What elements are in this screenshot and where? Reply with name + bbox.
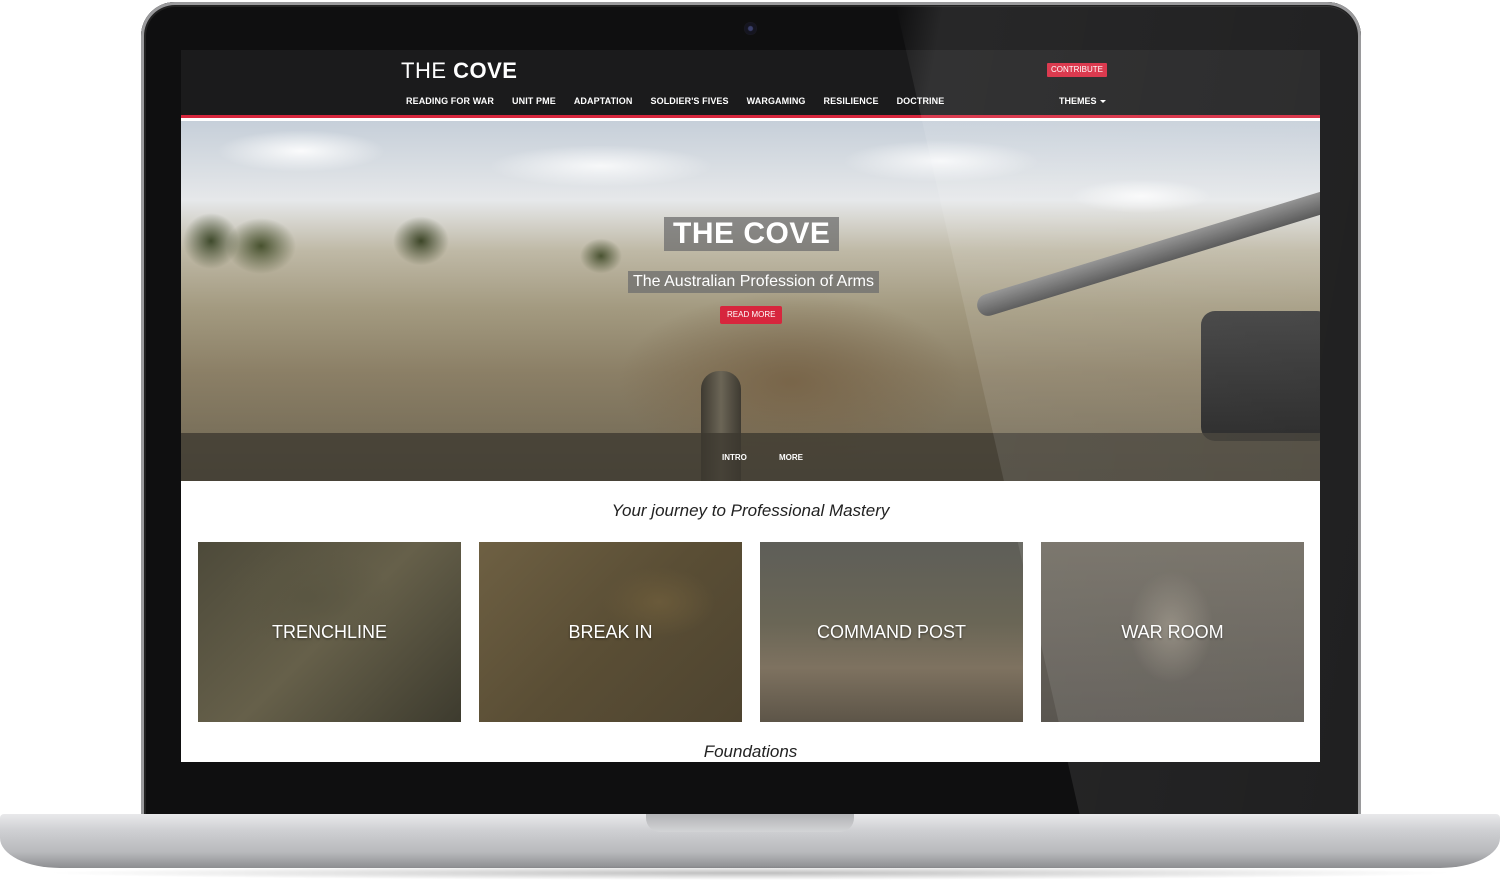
site-header: THE COVE CONTRIBUTE READING FOR WAR UNIT…	[181, 50, 1320, 118]
camera-icon	[744, 22, 757, 35]
nav-item-reading-for-war[interactable]: READING FOR WAR	[406, 96, 494, 106]
journey-cards: TRENCHLINE BREAK IN COMMAND POST WAR ROO…	[198, 542, 1304, 722]
card-label: TRENCHLINE	[271, 621, 387, 642]
card-label: WAR ROOM	[1121, 621, 1224, 642]
hero-gun-mount	[1201, 311, 1320, 441]
tab-more[interactable]: MORE	[779, 453, 803, 462]
laptop-shadow	[40, 866, 1460, 880]
nav-item-unit-pme[interactable]: UNIT PME	[512, 96, 556, 106]
hero-subtitle: The Australian Profession of Arms	[628, 271, 879, 293]
contribute-button[interactable]: CONTRIBUTE	[1047, 63, 1107, 77]
themes-label: THEMES	[1059, 96, 1097, 106]
main-nav: READING FOR WAR UNIT PME ADAPTATION SOLD…	[406, 96, 944, 106]
laptop-notch	[646, 814, 854, 832]
card-command-post[interactable]: COMMAND POST	[760, 542, 1023, 722]
hero-banner: THE COVE The Australian Profession of Ar…	[181, 121, 1320, 481]
hero-title: THE COVE	[664, 217, 840, 251]
read-more-button[interactable]: READ MORE	[720, 306, 783, 324]
site-logo[interactable]: THE COVE	[401, 58, 517, 84]
laptop-frame: THE COVE CONTRIBUTE READING FOR WAR UNIT…	[0, 0, 1500, 896]
card-war-room[interactable]: WAR ROOM	[1041, 542, 1304, 722]
tab-intro[interactable]: INTRO	[722, 453, 747, 462]
card-label: BREAK IN	[568, 621, 653, 642]
browser-screen: THE COVE CONTRIBUTE READING FOR WAR UNIT…	[181, 50, 1320, 762]
foundations-heading: Foundations	[703, 742, 798, 761]
caret-down-icon	[1099, 100, 1106, 104]
card-trenchline[interactable]: TRENCHLINE	[198, 542, 461, 722]
themes-dropdown[interactable]: THEMES	[1059, 96, 1106, 106]
card-label: COMMAND POST	[816, 621, 966, 642]
logo-text-bold: COVE	[453, 58, 518, 83]
nav-item-wargaming[interactable]: WARGAMING	[747, 96, 806, 106]
nav-item-soldiers-fives[interactable]: SOLDIER'S FIVES	[650, 96, 728, 106]
nav-item-resilience[interactable]: RESILIENCE	[824, 96, 879, 106]
nav-item-adaptation[interactable]: ADAPTATION	[574, 96, 633, 106]
hero-tab-bar: INTRO MORE	[181, 433, 1320, 481]
logo-text-thin: THE	[401, 58, 454, 83]
card-break-in[interactable]: BREAK IN	[479, 542, 742, 722]
journey-heading: Your journey to Professional Mastery	[611, 501, 890, 520]
nav-item-doctrine[interactable]: DOCTRINE	[897, 96, 945, 106]
